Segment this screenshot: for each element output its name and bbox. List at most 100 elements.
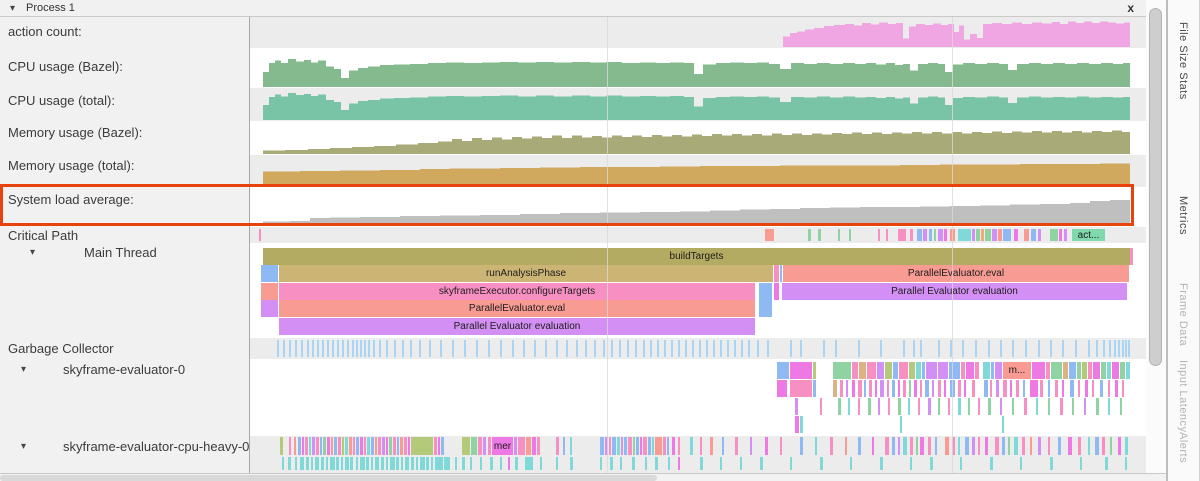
slice[interactable] [949, 362, 960, 379]
slice[interactable] [1020, 457, 1022, 470]
slice[interactable] [1003, 380, 1007, 397]
slice[interactable] [869, 380, 872, 397]
slice[interactable] [875, 380, 877, 397]
slice[interactable] [852, 362, 858, 379]
slice[interactable] [790, 380, 812, 397]
slice[interactable] [958, 398, 961, 415]
slice[interactable] [396, 457, 399, 470]
slice[interactable] [909, 380, 911, 397]
action-count-chart[interactable] [250, 17, 1146, 48]
slice[interactable] [349, 437, 352, 455]
slice[interactable] [815, 437, 817, 455]
slice[interactable] [1003, 229, 1011, 241]
slice[interactable] [848, 398, 850, 415]
slice[interactable] [935, 437, 937, 455]
slice[interactable] [938, 362, 948, 379]
slice[interactable] [261, 283, 278, 300]
slice[interactable] [926, 362, 937, 379]
slice[interactable] [898, 229, 906, 241]
slice[interactable] [845, 437, 847, 455]
slice[interactable] [1125, 457, 1127, 470]
slice[interactable] [570, 457, 573, 470]
slice[interactable] [617, 437, 620, 455]
slice[interactable] [259, 229, 261, 241]
slice[interactable] [1038, 229, 1041, 241]
slice[interactable] [864, 380, 866, 397]
close-icon[interactable]: x [1127, 1, 1134, 15]
slice[interactable] [500, 457, 502, 470]
slice[interactable] [958, 437, 960, 455]
slice[interactable] [326, 457, 328, 470]
slice[interactable] [985, 437, 988, 455]
slice[interactable] [1000, 398, 1002, 415]
slice[interactable] [1063, 362, 1068, 379]
slice[interactable] [795, 416, 799, 433]
slice[interactable] [462, 457, 465, 470]
slice[interactable] [968, 398, 970, 415]
slice[interactable] [1096, 398, 1099, 415]
slice[interactable] [488, 437, 491, 455]
slice[interactable] [540, 457, 542, 470]
slice[interactable] [381, 457, 384, 470]
slice[interactable] [1058, 437, 1061, 455]
slice[interactable] [917, 229, 922, 241]
slice[interactable] [563, 437, 565, 455]
slice[interactable] [397, 437, 399, 455]
slice[interactable] [444, 457, 450, 470]
slice[interactable] [700, 457, 703, 470]
slice[interactable] [990, 380, 992, 397]
collapse-arrow-icon[interactable]: ▾ [10, 2, 15, 15]
slice[interactable] [920, 380, 922, 397]
collapse-arrow-icon[interactable]: ▾ [21, 440, 26, 454]
slice[interactable] [1064, 229, 1067, 241]
slice[interactable] [312, 437, 315, 455]
slice[interactable] [309, 437, 311, 455]
slice[interactable] [435, 457, 443, 470]
slice[interactable] [886, 229, 888, 241]
slice[interactable] [470, 457, 472, 470]
slice[interactable] [471, 437, 477, 455]
slice[interactable] [628, 437, 632, 455]
slice[interactable] [722, 437, 724, 455]
slice[interactable] [1002, 416, 1004, 433]
slice[interactable] [321, 457, 324, 470]
slice[interactable] [400, 437, 403, 455]
slice[interactable] [515, 457, 518, 470]
slice[interactable] [1125, 437, 1128, 455]
slice[interactable] [1014, 229, 1018, 241]
slice[interactable] [838, 398, 841, 415]
slice[interactable] [295, 457, 297, 470]
slice[interactable] [667, 437, 669, 455]
slice[interactable] [813, 362, 816, 379]
slice[interactable] [655, 457, 658, 470]
cpu-total-chart[interactable] [250, 88, 1146, 121]
slice[interactable] [334, 437, 337, 455]
slice[interactable] [1118, 437, 1121, 455]
slice[interactable] [700, 437, 702, 455]
slice[interactable] [633, 437, 635, 455]
slice[interactable] [1082, 362, 1087, 379]
slice[interactable] [612, 437, 616, 455]
evaluator0-flame[interactable]: m... [250, 359, 1146, 436]
cpu-bazel-chart[interactable] [250, 48, 1146, 88]
slice[interactable] [1002, 437, 1005, 455]
slice[interactable] [818, 229, 821, 241]
slice[interactable] [678, 437, 680, 455]
slice-labeled[interactable]: ParallelEvaluator.eval [279, 300, 755, 317]
slice[interactable] [868, 398, 871, 415]
slice[interactable] [887, 380, 889, 397]
slice[interactable] [289, 437, 291, 455]
slice[interactable] [532, 437, 536, 455]
slice[interactable] [1030, 380, 1038, 397]
slice[interactable] [1115, 380, 1118, 397]
slice[interactable] [320, 437, 322, 455]
slice[interactable] [892, 380, 895, 397]
slice[interactable] [375, 437, 377, 455]
slice[interactable] [1130, 248, 1133, 265]
slice[interactable] [341, 457, 343, 470]
slice[interactable] [1120, 398, 1122, 415]
slice[interactable] [1080, 457, 1082, 470]
slice[interactable] [1022, 437, 1025, 455]
slice[interactable] [830, 437, 833, 455]
slice[interactable] [525, 457, 533, 470]
